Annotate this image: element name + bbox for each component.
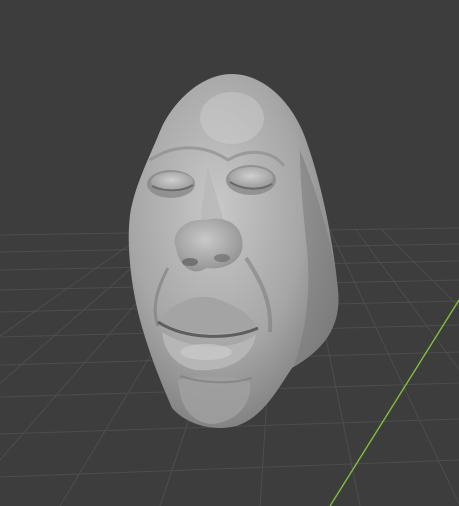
forehead-highlight — [200, 92, 264, 144]
sculpted-head[interactable] — [128, 74, 339, 428]
left-nostril — [182, 258, 198, 266]
lower-lip-highlight — [180, 344, 232, 360]
y-axis-line — [329, 299, 459, 506]
3d-viewport[interactable] — [0, 0, 459, 506]
viewport-canvas[interactable] — [0, 0, 459, 506]
right-nostril — [214, 254, 230, 262]
